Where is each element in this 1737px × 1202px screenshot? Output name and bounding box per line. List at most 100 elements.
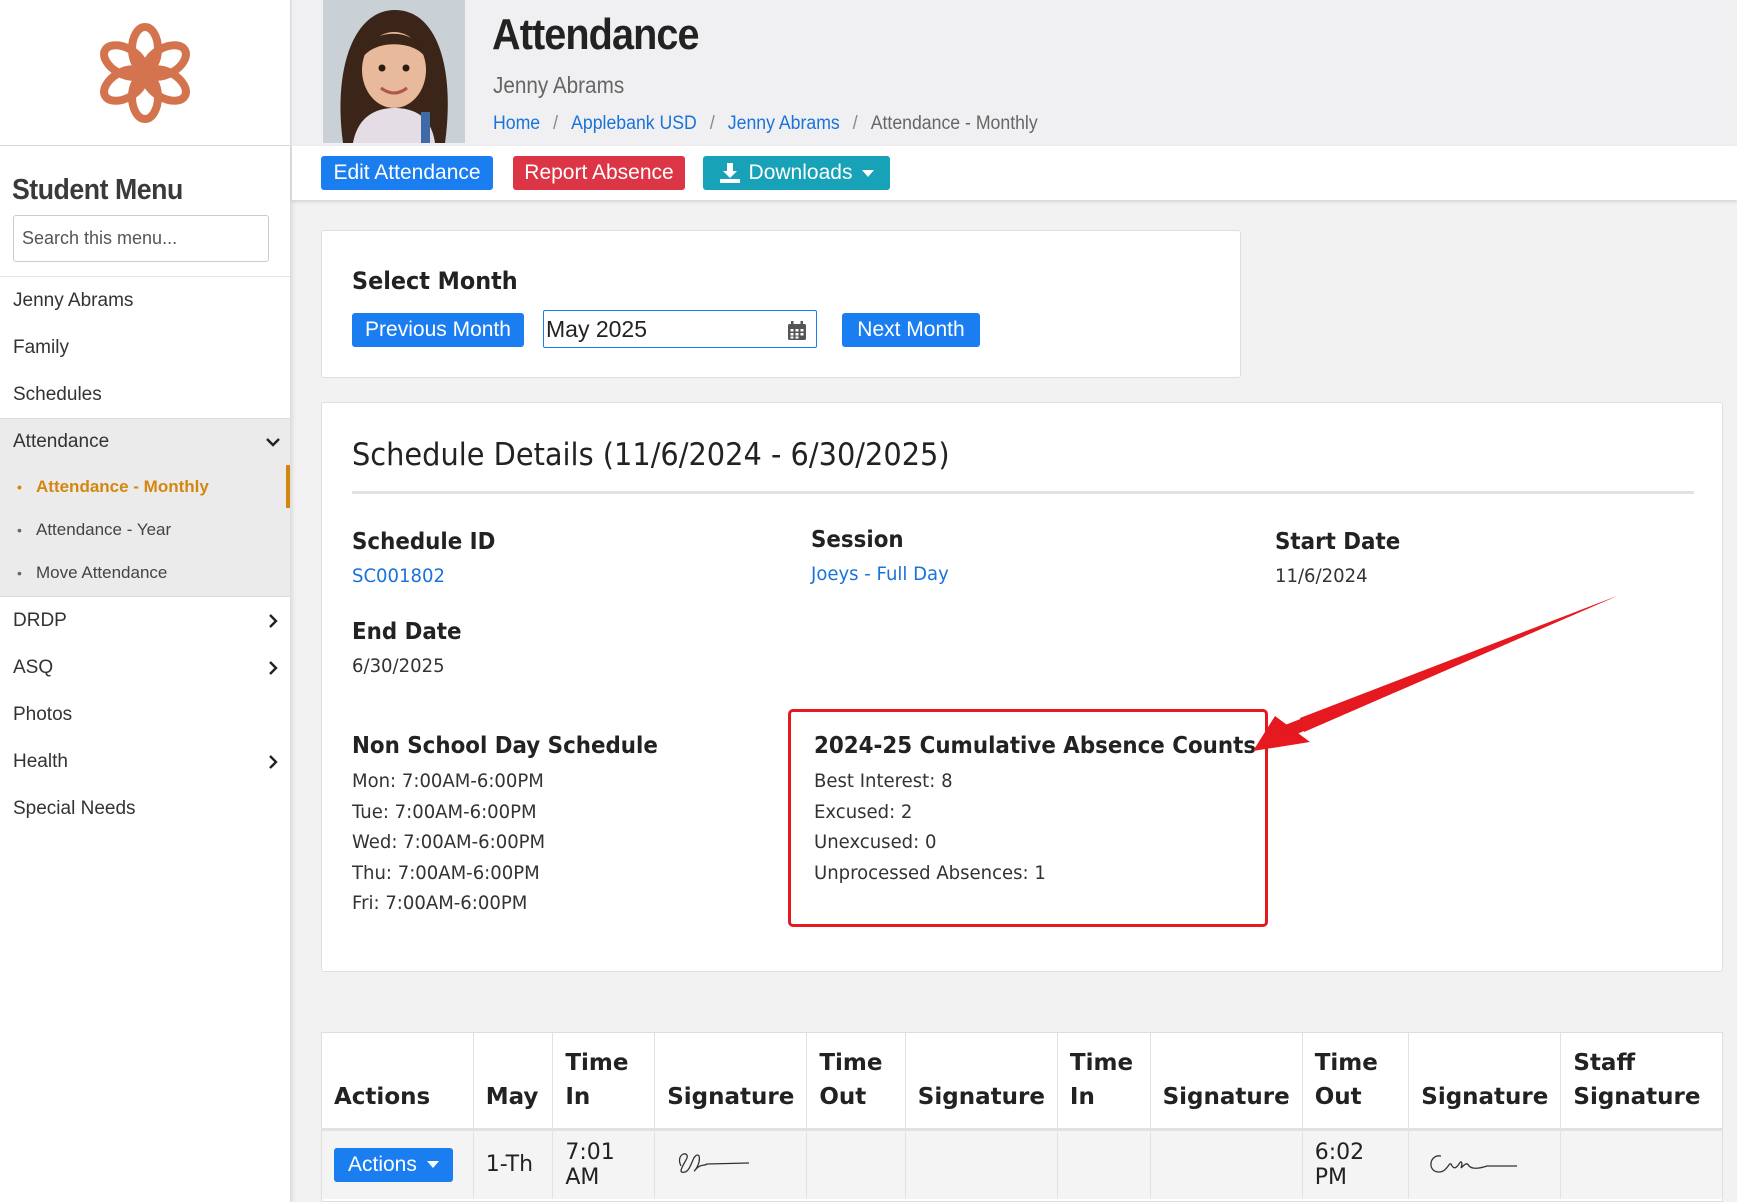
menu-item-schedules[interactable]: Schedules xyxy=(0,371,290,418)
caret-down-icon xyxy=(862,169,875,177)
menu-item-label: Jenny Abrams xyxy=(13,289,134,311)
column-header: Signature xyxy=(905,1033,1058,1131)
column-header: May xyxy=(473,1033,554,1131)
menu-item-label: Special Needs xyxy=(13,797,136,819)
menu-item-jenny-abrams[interactable]: Jenny Abrams xyxy=(0,277,290,324)
start-date-value: 11/6/2024 xyxy=(1275,565,1368,587)
start-date-label: Start Date xyxy=(1275,529,1401,555)
menu-item-drdp[interactable]: DRDP xyxy=(0,597,290,644)
menu-item-label: Photos xyxy=(13,703,73,725)
breadcrumb-district-link[interactable]: Applebank USD xyxy=(571,113,697,135)
attendance-submenu: Attendance - Monthly Attendance - Year M… xyxy=(0,465,290,597)
column-header: Time In xyxy=(1057,1033,1151,1131)
time-in-cell xyxy=(1057,1129,1151,1199)
time-out-cell xyxy=(806,1129,906,1199)
student-menu-title: Student Menu xyxy=(11,174,183,206)
end-date-label: End Date xyxy=(352,619,462,645)
column-header: Actions xyxy=(322,1033,474,1131)
menu-item-label: Health xyxy=(13,750,68,772)
month-picker-input[interactable]: May 2025 xyxy=(543,310,817,348)
table-header-row: Actions May Time In Signature Time Out S… xyxy=(322,1033,1722,1131)
breadcrumb-separator: / xyxy=(709,113,715,134)
menu-item-health[interactable]: Health xyxy=(0,738,290,785)
column-header: Signature xyxy=(1408,1033,1562,1131)
end-date-value: 6/30/2025 xyxy=(352,655,445,677)
flower-logo-icon[interactable] xyxy=(95,20,195,126)
logo-area xyxy=(0,0,290,146)
schedule-line: Fri: 7:00AM-6:00PM xyxy=(352,892,528,914)
signature-cell xyxy=(905,1129,1058,1199)
button-label: Next Month xyxy=(857,318,965,341)
select-month-heading: Select Month xyxy=(352,267,518,295)
button-label: Report Absence xyxy=(524,161,674,184)
menu-item-photos[interactable]: Photos xyxy=(0,691,290,738)
schedule-id-label: Schedule ID xyxy=(352,529,496,555)
schedule-line: Wed: 7:00AM-6:00PM xyxy=(352,831,546,853)
attendance-table: Actions May Time In Signature Time Out S… xyxy=(322,1033,1722,1199)
menu-item-asq[interactable]: ASQ xyxy=(0,644,290,691)
staff-signature-cell xyxy=(1560,1129,1722,1199)
menu-item-special-needs[interactable]: Special Needs xyxy=(0,785,290,832)
column-header: Time Out xyxy=(806,1033,906,1131)
chevron-right-icon xyxy=(269,754,278,769)
menu-item-label: DRDP xyxy=(13,609,67,631)
month-value: May 2025 xyxy=(546,315,648,342)
non-school-day-schedule: Mon: 7:00AM-6:00PM Tue: 7:00AM-6:00PM We… xyxy=(352,766,545,919)
annotation-highlight-box xyxy=(788,709,1268,927)
menu-item-attendance[interactable]: Attendance xyxy=(0,418,290,465)
page-header: Attendance Jenny Abrams Home / Applebank… xyxy=(292,0,1737,146)
button-label: Previous Month xyxy=(365,318,511,341)
table-row: Actions 1-Th 7:01 AM 6:02 PM xyxy=(322,1129,1722,1199)
signature-cell xyxy=(654,1129,808,1199)
row-actions-dropdown-button[interactable]: Actions xyxy=(334,1147,453,1182)
submenu-item-label: Attendance - Monthly xyxy=(36,476,209,496)
session-link[interactable]: Joeys - Full Day xyxy=(811,563,949,585)
breadcrumb-separator: / xyxy=(553,113,559,134)
session-label: Session xyxy=(811,527,904,553)
next-month-button[interactable]: Next Month xyxy=(842,313,980,347)
breadcrumb: Home / Applebank USD / Jenny Abrams / At… xyxy=(493,113,1038,135)
menu-search-input[interactable] xyxy=(13,215,269,262)
download-icon xyxy=(719,163,740,183)
day-cell: 1-Th xyxy=(473,1129,554,1199)
chevron-right-icon xyxy=(269,613,278,628)
report-absence-button[interactable]: Report Absence xyxy=(513,156,685,190)
breadcrumb-home-link[interactable]: Home xyxy=(493,113,540,135)
submenu-item-label: Attendance - Year xyxy=(36,519,172,539)
sidebar: Student Menu Jenny Abrams Family Schedul… xyxy=(0,0,291,1202)
time-in-cell: 7:01 AM xyxy=(552,1129,656,1199)
menu-item-label: Attendance xyxy=(13,431,110,452)
schedule-details-heading: Schedule Details (11/6/2024 - 6/30/2025) xyxy=(352,437,950,473)
submenu-item-move-attendance[interactable]: Move Attendance xyxy=(0,551,290,594)
breadcrumb-student-link[interactable]: Jenny Abrams xyxy=(728,113,840,135)
previous-month-button[interactable]: Previous Month xyxy=(352,313,524,347)
non-school-day-label: Non School Day Schedule xyxy=(352,733,658,759)
chevron-right-icon xyxy=(269,660,278,675)
student-name-subtitle: Jenny Abrams xyxy=(493,72,625,98)
select-month-card: Select Month Previous Month May 2025 Nex… xyxy=(321,230,1241,378)
heading-divider xyxy=(352,491,1694,494)
submenu-item-attendance-monthly[interactable]: Attendance - Monthly xyxy=(0,465,290,508)
schedule-line: Tue: 7:00AM-6:00PM xyxy=(352,800,537,823)
breadcrumb-separator: / xyxy=(852,113,858,134)
schedule-id-link[interactable]: SC001802 xyxy=(352,565,445,587)
signature-cell xyxy=(1150,1129,1303,1199)
submenu-item-attendance-year[interactable]: Attendance - Year xyxy=(0,508,290,551)
column-header: Signature xyxy=(1150,1033,1303,1131)
student-avatar xyxy=(323,0,465,143)
schedule-line: Mon: 7:00AM-6:00PM xyxy=(352,770,544,792)
action-toolbar: Edit Attendance Report Absence Downloads xyxy=(292,146,1737,200)
column-header: Time Out xyxy=(1302,1033,1410,1131)
signature-image xyxy=(1430,1155,1518,1173)
time-out-cell: 6:02 PM xyxy=(1302,1129,1410,1199)
column-header: Staff Signature xyxy=(1560,1033,1722,1131)
edit-attendance-button[interactable]: Edit Attendance xyxy=(321,156,493,190)
menu-item-label: Schedules xyxy=(13,383,102,405)
downloads-dropdown-button[interactable]: Downloads xyxy=(703,156,890,190)
caret-down-icon xyxy=(426,1161,439,1169)
calendar-icon[interactable] xyxy=(786,320,808,342)
menu-item-family[interactable]: Family xyxy=(0,324,290,371)
student-photo xyxy=(323,0,465,143)
attendance-table-container: Actions May Time In Signature Time Out S… xyxy=(321,1032,1723,1202)
column-header: Time In xyxy=(552,1033,656,1131)
